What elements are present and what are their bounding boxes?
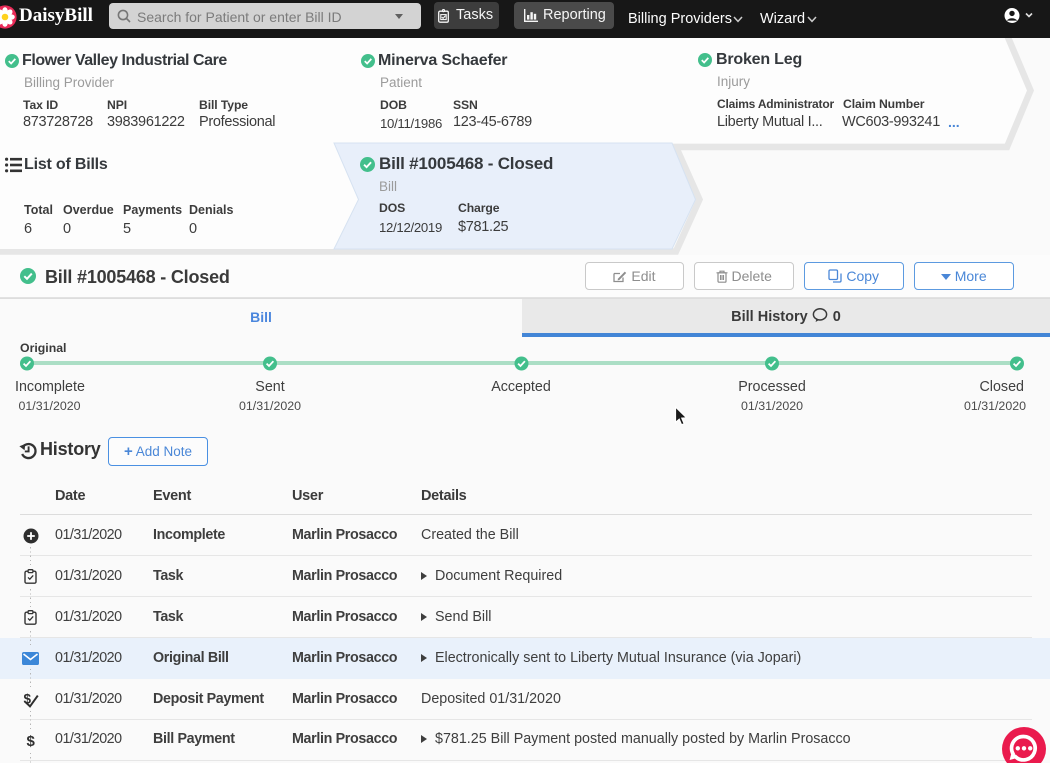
svg-text:$: $ [26, 733, 35, 750]
